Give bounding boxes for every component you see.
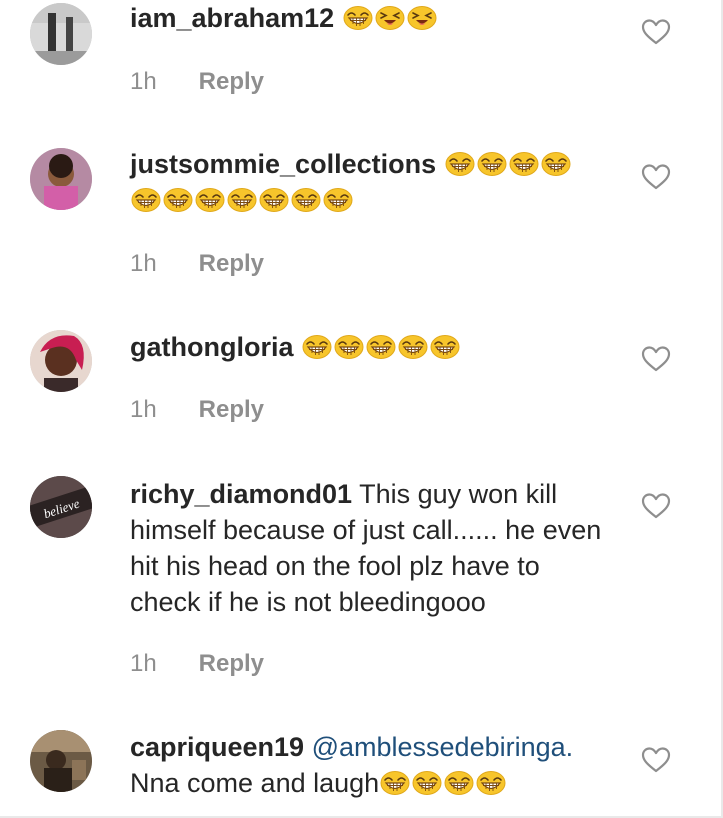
comment-body: richy_diamond01 This guy won kill himsel… [130,476,605,620]
comment-timestamp: 1h [130,250,157,277]
comment-username[interactable]: justsommie_collections [130,149,436,179]
mention-link[interactable]: @amblessedebiringa. [312,732,574,762]
heart-outline-icon[interactable] [641,746,671,774]
avatar[interactable]: believe [30,476,92,538]
grinning-squint-face-emoji-icon [290,187,322,213]
grinning-squint-face-emoji-icon [540,151,572,177]
grinning-squint-face-emoji-icon [130,187,162,213]
avatar[interactable] [30,730,92,792]
grinning-squint-face-emoji-icon [162,187,194,213]
squinting-face-emoji-icon [374,5,406,31]
comment-timestamp: 1h [130,68,157,95]
reply-button[interactable]: Reply [199,650,264,677]
grinning-squint-face-emoji-icon [444,151,476,177]
emoji-group [342,3,438,33]
reply-button[interactable]: Reply [199,250,264,277]
reply-button[interactable]: Reply [199,68,264,95]
comment-body: capriqueen19 @amblessedebiringa. Nna com… [130,729,600,801]
grinning-squint-face-emoji-icon [508,151,540,177]
comment-username[interactable]: iam_abraham12 [130,3,334,33]
heart-outline-icon[interactable] [641,163,671,191]
avatar[interactable] [30,3,92,65]
comment-timestamp: 1h [130,650,157,677]
comment-body: gathongloria [130,329,600,365]
comment-body: justsommie_collections [130,146,600,218]
comment-meta: 1h Reply [130,650,264,678]
grinning-squint-face-emoji-icon [397,334,429,360]
comments-panel: iam_abraham12 1h Reply justsommie_collec… [0,0,723,818]
grinning-squint-face-emoji-icon [301,334,333,360]
emoji-group [301,332,461,362]
heart-outline-icon[interactable] [641,18,671,46]
comment-timestamp: 1h [130,396,157,423]
grinning-squint-face-emoji-icon [379,770,411,796]
comment-username[interactable]: richy_diamond01 [130,479,352,509]
comment-username[interactable]: gathongloria [130,332,294,362]
avatar[interactable] [30,148,92,210]
grinning-squint-face-emoji-icon [443,770,475,796]
comment-username[interactable]: capriqueen19 [130,732,304,762]
grinning-squint-face-emoji-icon [322,187,354,213]
heart-outline-icon[interactable] [641,492,671,520]
grinning-squint-face-emoji-icon [429,334,461,360]
grinning-squint-face-emoji-icon [342,5,374,31]
grinning-squint-face-emoji-icon [194,187,226,213]
grinning-squint-face-emoji-icon [258,187,290,213]
comment-text: Nna come and laugh [130,768,380,798]
grinning-squint-face-emoji-icon [475,770,507,796]
grinning-squint-face-emoji-icon [333,334,365,360]
squinting-face-emoji-icon [406,5,438,31]
heart-outline-icon[interactable] [641,345,671,373]
grinning-squint-face-emoji-icon [476,151,508,177]
grinning-squint-face-emoji-icon [411,770,443,796]
comment-meta: 1h Reply [130,250,264,278]
reply-button[interactable]: Reply [199,396,264,423]
comment-meta: 1h Reply [130,396,264,424]
grinning-squint-face-emoji-icon [226,187,258,213]
comment-body: iam_abraham12 [130,0,600,36]
grinning-squint-face-emoji-icon [365,334,397,360]
comment-meta: 1h Reply [130,68,264,96]
emoji-group [379,768,507,798]
avatar[interactable] [30,330,92,392]
